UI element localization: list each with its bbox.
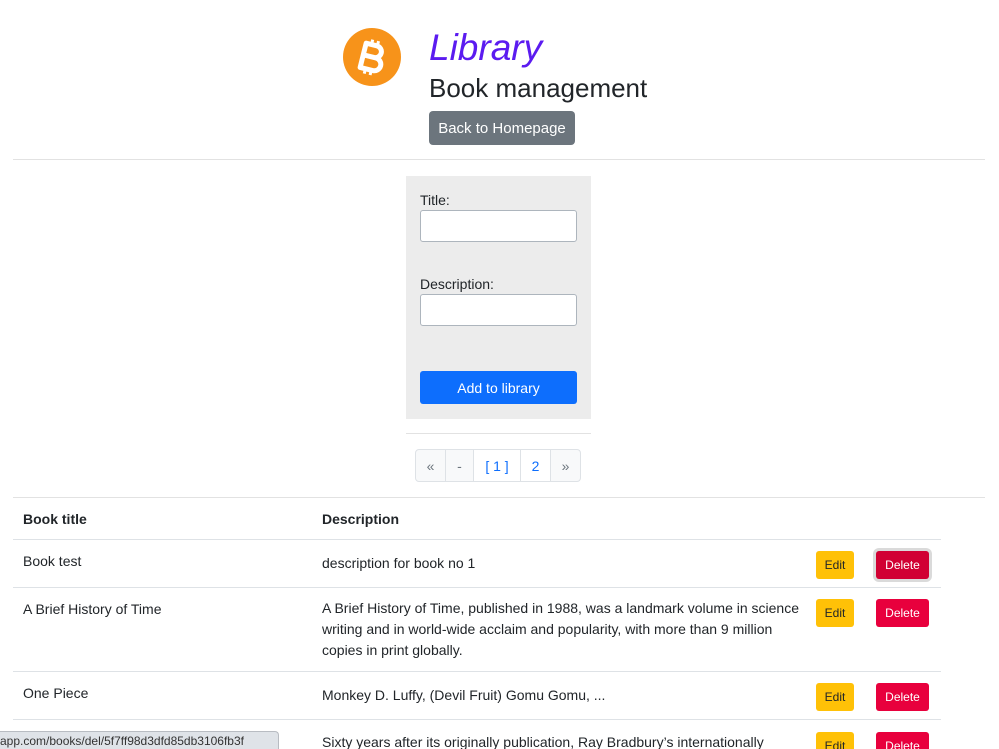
back-to-homepage-button[interactable]: Back to Homepage (429, 111, 575, 145)
edit-button[interactable]: Edit (816, 683, 854, 711)
status-bar-url: app.com/books/del/5f7ff98d3dfd85db3106fb… (0, 731, 279, 749)
delete-button[interactable]: Delete (876, 732, 929, 749)
book-description: Monkey D. Luffy, (Devil Fruit) Gomu Gomu… (322, 687, 606, 703)
delete-button[interactable]: Delete (876, 683, 929, 711)
pagination-page-1[interactable]: [ 1 ] (473, 449, 521, 482)
book-description: description for book no 1 (322, 555, 476, 571)
book-title: A Brief History of Time (23, 601, 162, 617)
books-table: Book title Description Book test descrip… (13, 498, 941, 749)
delete-button[interactable]: Delete (876, 599, 929, 627)
table-row: A Brief History of Time A Brief History … (13, 588, 941, 672)
page-subtitle: Book management (429, 73, 648, 103)
divider (406, 433, 591, 434)
edit-button[interactable]: Edit (816, 551, 854, 579)
pagination-first[interactable]: « (415, 449, 446, 482)
title-label: Title: (420, 192, 450, 208)
title-input[interactable] (420, 210, 577, 242)
add-book-form: Title: Description: Add to library (406, 176, 591, 419)
column-header-description: Description (322, 511, 400, 527)
pagination-last[interactable]: » (550, 449, 581, 482)
book-description: Sixty years after its originally publica… (322, 734, 764, 749)
table-row: Book test description for book no 1 Edit… (13, 540, 941, 588)
pagination: « - [ 1 ] 2 » (415, 449, 581, 482)
page: Library Book management Back to Homepage… (0, 0, 999, 749)
delete-button[interactable]: Delete (876, 551, 929, 579)
table-row: One Piece Monkey D. Luffy, (Devil Fruit)… (13, 672, 941, 720)
description-input[interactable] (420, 294, 577, 326)
book-description: A Brief History of Time, published in 19… (322, 600, 800, 658)
table-header: Book title Description (13, 498, 941, 540)
divider (13, 159, 985, 160)
description-label: Description: (420, 276, 494, 292)
page-title: Library (429, 27, 543, 68)
edit-button[interactable]: Edit (816, 599, 854, 627)
edit-button[interactable]: Edit (816, 732, 854, 749)
book-title: Book test (23, 553, 82, 569)
pagination-page-2[interactable]: 2 (520, 449, 551, 482)
book-title: One Piece (23, 685, 89, 701)
bitcoin-icon (343, 28, 401, 86)
column-header-title: Book title (23, 511, 87, 527)
add-to-library-button[interactable]: Add to library (420, 371, 577, 404)
pagination-prev[interactable]: - (445, 449, 474, 482)
